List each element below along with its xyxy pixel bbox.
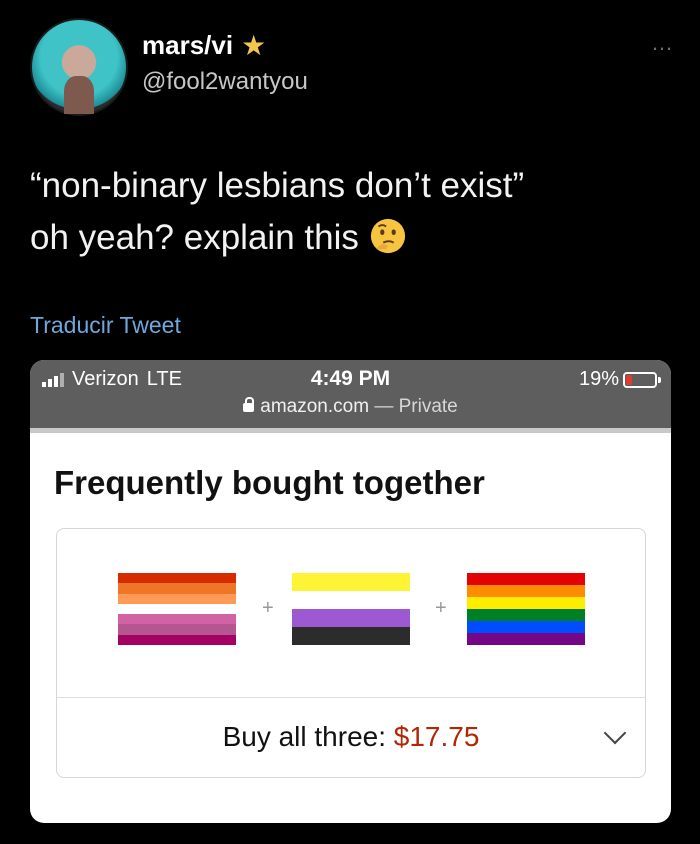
plus-sign-1: + bbox=[262, 597, 274, 619]
thinking-face-icon bbox=[370, 218, 405, 254]
battery-percent: 19% bbox=[578, 368, 619, 390]
product-lesbian-flag[interactable] bbox=[118, 573, 236, 645]
lock-icon bbox=[243, 397, 255, 412]
lesbian-flag-stripe bbox=[118, 603, 236, 615]
rainbow-flag-stripe bbox=[467, 633, 585, 645]
nonbinary-flag-stripe bbox=[292, 573, 410, 591]
lesbian-flag-stripe bbox=[118, 593, 236, 604]
tweet-text-line-2-text: oh yeah? explain this bbox=[30, 218, 359, 257]
battery-icon bbox=[623, 371, 661, 388]
lesbian-flag-stripe bbox=[118, 573, 236, 584]
lesbian-flag-stripe bbox=[118, 634, 236, 645]
buy-all-text: Buy all three: $17.75 bbox=[57, 721, 645, 753]
url-text: amazon.com bbox=[260, 396, 370, 417]
bundle-card: + + Buy all three: $17.75 bbox=[56, 528, 646, 778]
tweet-text-line-1: “non-binary lesbians don’t exist” bbox=[30, 166, 525, 205]
rainbow-flag-stripe bbox=[467, 597, 585, 609]
handle[interactable]: @fool2wantyou bbox=[142, 68, 308, 96]
section-title: Frequently bought together bbox=[54, 464, 485, 501]
plus-sign-2: + bbox=[435, 597, 447, 619]
nonbinary-flag-stripe bbox=[292, 591, 410, 609]
rainbow-flag-stripe bbox=[467, 585, 585, 597]
rainbow-flag-stripe bbox=[467, 621, 585, 633]
battery-fill bbox=[626, 374, 632, 385]
tweet-text: “non-binary lesbians don’t exist” oh yea… bbox=[30, 160, 670, 264]
battery-status: 19% bbox=[578, 368, 661, 391]
buy-all-price: $17.75 bbox=[393, 721, 480, 752]
rainbow-flag-stripe bbox=[467, 573, 585, 585]
translate-tweet-link[interactable]: Traducir Tweet bbox=[30, 312, 181, 339]
url-bar: amazon.com — Private bbox=[30, 396, 671, 418]
lesbian-flag-stripe bbox=[118, 624, 236, 635]
card-divider bbox=[57, 697, 645, 698]
status-time: 4:49 PM bbox=[310, 367, 391, 390]
product-images: + + bbox=[57, 573, 645, 649]
embedded-screenshot: Verizon LTE 4:49 PM 19% amazon.com — Pri… bbox=[30, 360, 671, 823]
buy-all-row[interactable]: Buy all three: $17.75 bbox=[57, 699, 645, 777]
nonbinary-flag-stripe bbox=[292, 627, 410, 645]
rainbow-flag-stripe bbox=[467, 609, 585, 621]
page-loading-strip bbox=[30, 428, 671, 433]
buy-all-label: Buy all three: bbox=[222, 721, 394, 752]
nonbinary-flag-stripe bbox=[292, 609, 410, 627]
phone-status-bar: Verizon LTE 4:49 PM 19% amazon.com — Pri… bbox=[30, 360, 671, 428]
star-icon: ★ bbox=[241, 29, 267, 61]
url-private-label: — Private bbox=[374, 396, 458, 417]
author-row: mars/vi ★ bbox=[142, 30, 266, 61]
tweet-text-line-2: oh yeah? explain this bbox=[30, 212, 670, 264]
product-rainbow-flag[interactable] bbox=[467, 573, 585, 645]
more-options-icon[interactable]: … bbox=[651, 30, 674, 56]
lesbian-flag-stripe bbox=[118, 614, 236, 625]
display-name[interactable]: mars/vi bbox=[142, 30, 233, 61]
lesbian-flag-stripe bbox=[118, 583, 236, 594]
product-nonbinary-flag[interactable] bbox=[292, 573, 410, 645]
avatar[interactable] bbox=[30, 18, 128, 116]
